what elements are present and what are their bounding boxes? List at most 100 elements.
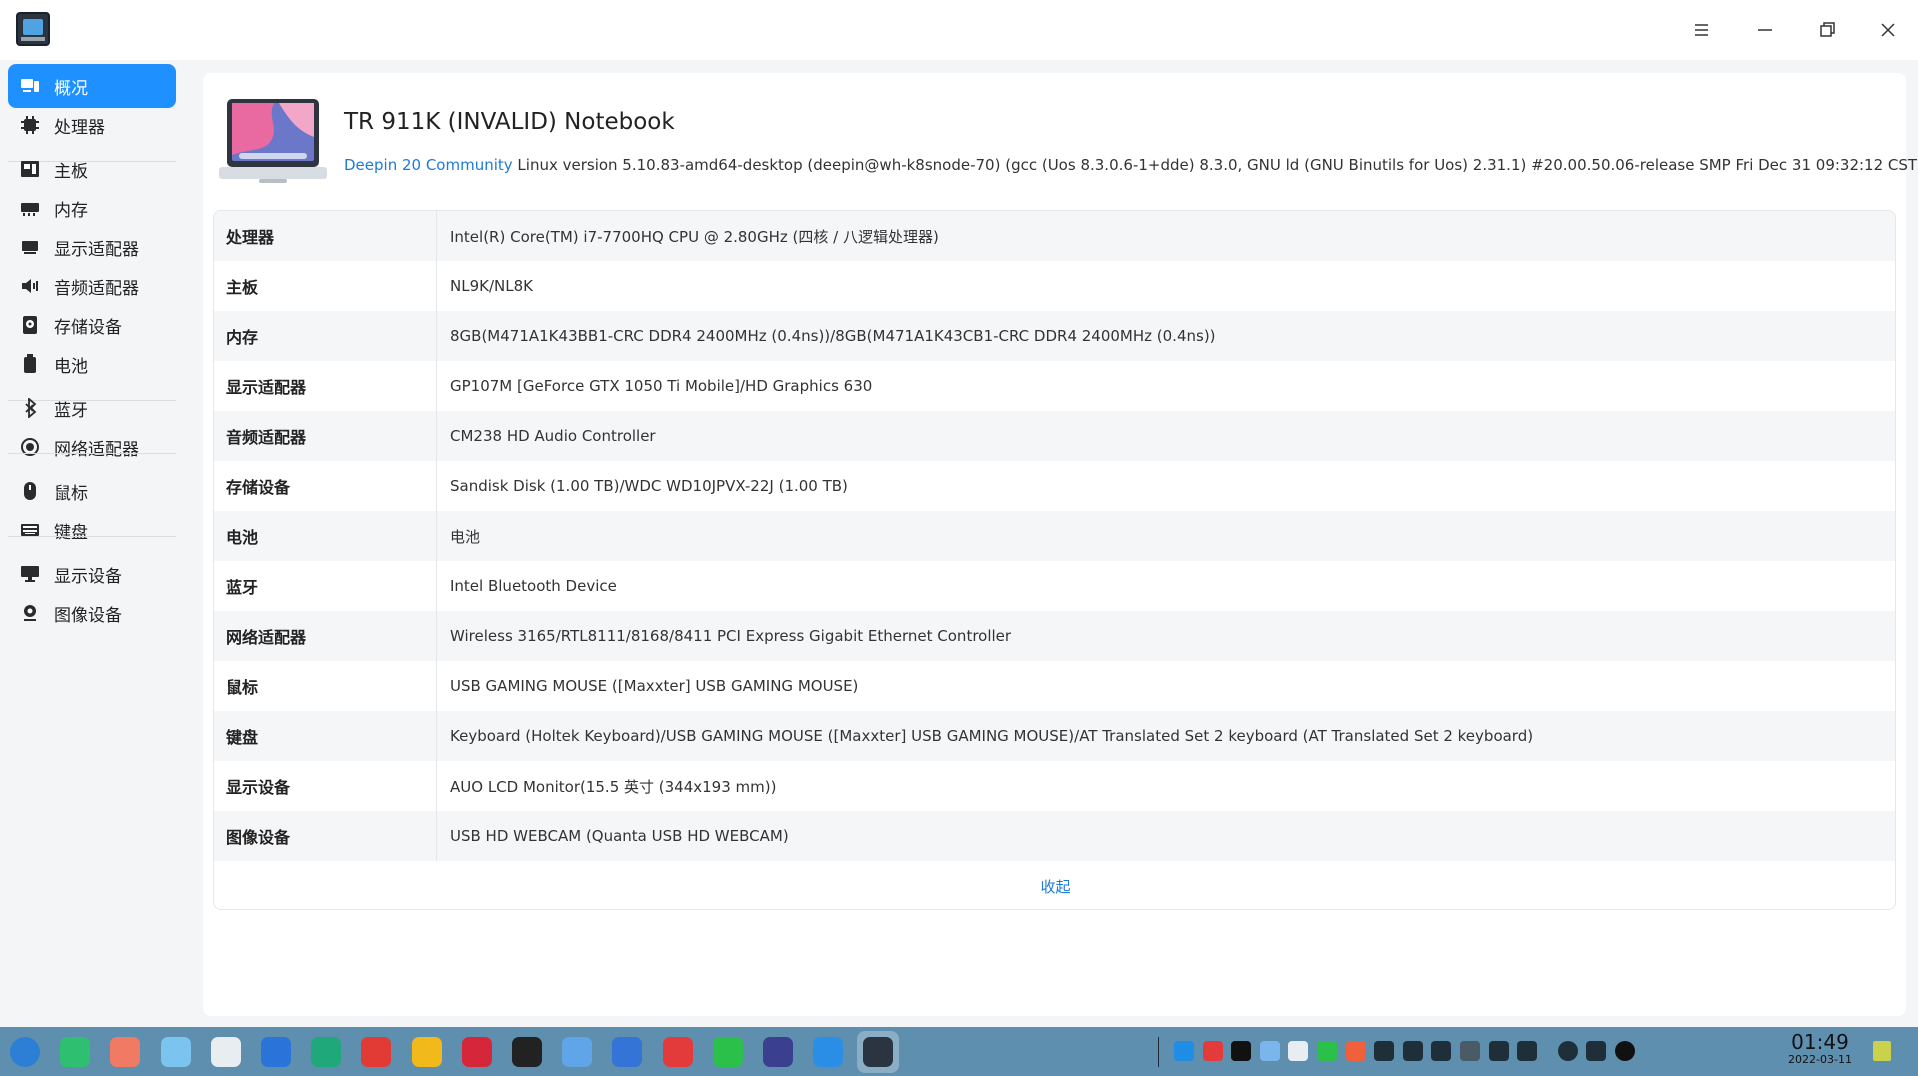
wps-tray-icon[interactable] — [1229, 1039, 1253, 1063]
terminal-icon[interactable] — [456, 1031, 498, 1073]
network-icon — [20, 437, 40, 457]
sidebar-item-keyboard[interactable]: 键盘 — [8, 508, 176, 552]
taskbar-divider — [1158, 1037, 1159, 1067]
sidebar-item-storage[interactable]: 存储设备 — [8, 303, 176, 347]
battery-tray-icon[interactable] — [1487, 1039, 1511, 1063]
sidebar-item-motherboard[interactable]: 主板 — [8, 147, 176, 191]
sidebar-item-mouse[interactable]: 鼠标 — [8, 469, 176, 513]
wechat-tray-icon[interactable] — [1315, 1039, 1339, 1063]
power-icon[interactable] — [1613, 1039, 1637, 1063]
app-store-icon[interactable] — [807, 1031, 849, 1073]
motherboard-icon — [20, 159, 40, 179]
sidebar-item-network[interactable]: 网络适配器 — [8, 425, 176, 469]
row-value: CM238 HD Audio Controller — [450, 427, 656, 445]
table-row: 存储设备 Sandisk Disk (1.00 TB)/WDC WD10JPVX-… — [214, 461, 1895, 511]
telegram-tray-icon[interactable] — [1372, 1039, 1396, 1063]
sidebar-item-label: 图像设备 — [54, 605, 122, 626]
close-icon[interactable] — [1866, 10, 1910, 50]
wechat-icon[interactable] — [707, 1031, 749, 1073]
control-center-icon[interactable] — [205, 1031, 247, 1073]
sidebar-item-memory[interactable]: 内存 — [8, 186, 176, 230]
row-key: 处理器 — [214, 211, 437, 261]
mail-tray-icon[interactable] — [1258, 1039, 1282, 1063]
restore-icon[interactable] — [1805, 10, 1849, 50]
sidebar-item-display-device[interactable]: 显示设备 — [8, 552, 176, 596]
title-bar — [0, 0, 1918, 60]
os-link[interactable]: Deepin 20 Community — [344, 156, 513, 174]
launcher-icon[interactable] — [4, 1031, 46, 1073]
table-row: 蓝牙 Intel Bluetooth Device — [214, 561, 1895, 611]
row-key: 电池 — [214, 511, 437, 561]
minimize-icon[interactable] — [1743, 10, 1787, 50]
browser-icon[interactable] — [255, 1031, 297, 1073]
table-row: 显示适配器 GP107M [GeForce GTX 1050 Ti Mobile]… — [214, 361, 1895, 411]
taskbar: 01:49 2022-03-11 — [0, 1027, 1918, 1076]
mail-icon[interactable] — [556, 1031, 598, 1073]
search-icon[interactable] — [1556, 1039, 1580, 1063]
sidebar-item-bluetooth[interactable]: 蓝牙 — [8, 386, 176, 430]
device-manager-icon — [16, 12, 50, 46]
row-value: 8GB(M471A1K43BB1-CRC DDR4 2400MHz (0.4ns… — [450, 327, 1216, 345]
mouse-icon — [20, 481, 40, 501]
multitask-view-icon[interactable] — [54, 1031, 96, 1073]
screen-recorder-icon[interactable] — [104, 1031, 146, 1073]
chrome-icon[interactable] — [406, 1031, 448, 1073]
row-key: 存储设备 — [214, 461, 437, 511]
device-manager-icon[interactable] — [857, 1031, 899, 1073]
keyboard-tray-icon[interactable] — [1286, 1039, 1310, 1063]
table-row: 网络适配器 Wireless 3165/RTL8111/8168/8411 PCI… — [214, 611, 1895, 661]
expand-tray-icon[interactable] — [1515, 1039, 1539, 1063]
table-row: 键盘 Keyboard (Holtek Keyboard)/USB GAMING … — [214, 711, 1895, 761]
table-row: 处理器 Intel(R) Core(TM) i7-7700HQ CPU @ 2.8… — [214, 211, 1895, 261]
edge-browser-icon[interactable] — [305, 1031, 347, 1073]
table-row: 内存 8GB(M471A1K43BB1-CRC DDR4 2400MHz (0.4… — [214, 311, 1895, 361]
row-key: 音频适配器 — [214, 411, 437, 461]
sidebar-item-label: 处理器 — [54, 117, 105, 138]
system-monitor-icon[interactable] — [757, 1031, 799, 1073]
overview-icon — [20, 76, 40, 96]
row-key: 显示适配器 — [214, 361, 437, 411]
sidebar-item-audio-adapter[interactable]: 音频适配器 — [8, 264, 176, 308]
wps-writer-icon[interactable] — [606, 1031, 648, 1073]
sidebar-item-overview[interactable]: 概况 — [8, 64, 176, 108]
vivaldi-icon[interactable] — [355, 1031, 397, 1073]
hamburger-menu-icon[interactable] — [1680, 10, 1724, 50]
sidebar-item-label: 内存 — [54, 200, 88, 221]
debian-icon[interactable] — [506, 1031, 548, 1073]
flameshot-tray-icon[interactable] — [1344, 1039, 1368, 1063]
trash-icon[interactable] — [1870, 1039, 1894, 1063]
sidebar-divider — [8, 536, 176, 537]
speaker-icon — [20, 276, 40, 296]
table-row: 主板 NL9K/NL8K — [214, 261, 1895, 311]
laptop-icon — [219, 97, 327, 189]
row-key: 蓝牙 — [214, 561, 437, 611]
table-row: 音频适配器 CM238 HD Audio Controller — [214, 411, 1895, 461]
monitor-icon — [20, 564, 40, 584]
onscreen-keyboard-icon[interactable] — [1584, 1039, 1608, 1063]
netease-tray-icon[interactable] — [1201, 1039, 1225, 1063]
row-key: 键盘 — [214, 711, 437, 761]
volume-icon[interactable] — [1401, 1039, 1425, 1063]
clock[interactable]: 01:49 2022-03-11 — [1780, 1031, 1860, 1067]
keyboard-icon — [20, 520, 40, 540]
bluetooth-tray-icon[interactable] — [1458, 1039, 1482, 1063]
sidebar-item-label: 蓝牙 — [54, 400, 88, 421]
app-store-tray-icon[interactable] — [1172, 1039, 1196, 1063]
sidebar-item-label: 鼠标 — [54, 483, 88, 504]
sidebar-item-battery[interactable]: 电池 — [8, 342, 176, 386]
table-row: 图像设备 USB HD WEBCAM (Quanta USB HD WEBCAM) — [214, 811, 1895, 861]
pen-icon[interactable] — [1429, 1039, 1453, 1063]
battery-icon — [20, 354, 40, 374]
sidebar-item-imaging-device[interactable]: 图像设备 — [8, 591, 176, 635]
sidebar-item-label: 网络适配器 — [54, 439, 139, 460]
row-value: AUO LCD Monitor(15.5 英寸 (344x193 mm)) — [450, 777, 777, 796]
sidebar-item-cpu[interactable]: 处理器 — [8, 103, 176, 147]
file-manager-icon[interactable] — [155, 1031, 197, 1073]
sidebar-item-label: 显示设备 — [54, 566, 122, 587]
collapse-link[interactable]: 收起 — [214, 861, 1895, 909]
table-row: 电池 电池 — [214, 511, 1895, 561]
row-value: GP107M [GeForce GTX 1050 Ti Mobile]/HD G… — [450, 377, 873, 395]
netease-music-icon[interactable] — [657, 1031, 699, 1073]
sidebar-item-display-adapter[interactable]: 显示适配器 — [8, 225, 176, 269]
gpu-icon — [20, 237, 40, 257]
